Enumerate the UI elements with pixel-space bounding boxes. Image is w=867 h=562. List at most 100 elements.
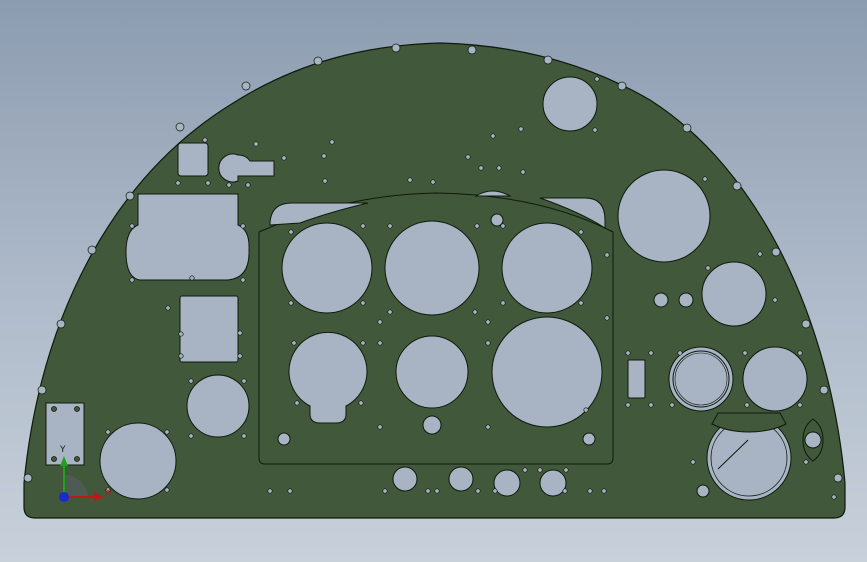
rivet-hole (377, 424, 383, 430)
rivet-hole (164, 429, 170, 435)
rivet-hole (578, 229, 584, 235)
rivet-hole (358, 400, 364, 406)
rivet-hole (518, 126, 524, 132)
rivet-hole (321, 153, 327, 159)
rivet-hole (594, 76, 600, 82)
rivet-hole (241, 433, 247, 439)
rivet-hole (803, 459, 809, 465)
rivet-hole (240, 277, 246, 283)
right-pair-hole-a (653, 292, 669, 308)
rivet-hole (485, 424, 491, 430)
rivet-hole (578, 300, 584, 306)
bottom-right-small-hole (696, 484, 710, 498)
fastener-hole (313, 56, 323, 66)
rivet-hole (562, 488, 568, 494)
rivet-hole (604, 315, 610, 321)
instrument-panel-drawing: Y X (23, 42, 846, 519)
rivet-hole (583, 407, 589, 413)
cad-viewport[interactable]: Y X (0, 0, 867, 562)
rivet-hole (669, 402, 675, 408)
gauge-hole-top-right (501, 222, 593, 314)
rivet-hole (592, 127, 598, 133)
rivet-hole (757, 251, 763, 257)
right-mid-hole (701, 261, 767, 327)
rivet-hole (164, 487, 170, 493)
rivet-hole (434, 488, 440, 494)
rivet-hole (360, 300, 366, 306)
rivet-hole (797, 402, 803, 408)
rivet-hole (563, 467, 569, 473)
rivet-hole (772, 297, 778, 303)
fastener-hole (87, 245, 97, 255)
rivet-hole (188, 433, 194, 439)
rivet-hole (472, 309, 478, 315)
bottom-hole-3 (493, 469, 521, 497)
upper-right-top-hole (542, 76, 598, 132)
rivet-hole (253, 141, 259, 147)
rivet-hole (322, 178, 328, 184)
fastener-hole (801, 319, 811, 329)
rivet-hole (478, 165, 484, 171)
fastener-hole (125, 191, 135, 201)
rivet-hole (241, 378, 247, 384)
rivet-hole (288, 300, 294, 306)
rivet-hole (240, 223, 246, 229)
rivet-hole (387, 309, 393, 315)
rivet-hole (237, 330, 243, 336)
rivet-hole (496, 165, 502, 171)
rivet-hole (604, 252, 610, 258)
left-mid-cutout (179, 295, 239, 363)
right-lower-hole (742, 346, 808, 412)
left-upper-cutout (125, 193, 250, 281)
clamp-gauge-hole (706, 412, 792, 501)
left-square-cutout (177, 142, 209, 177)
rivet-hole (537, 467, 543, 473)
rivet-hole (500, 300, 506, 306)
rivet-hole (245, 182, 251, 188)
fastener-hole (391, 43, 401, 53)
rivet-hole (189, 275, 195, 281)
rivet-hole (205, 180, 211, 186)
fastener-hole (175, 122, 185, 132)
mounting-plate[interactable] (45, 402, 85, 466)
rivet-hole (648, 402, 654, 408)
right-small-slot (627, 359, 646, 399)
bottom-hole-2 (448, 466, 474, 492)
gauge-hole-top-left (281, 222, 373, 314)
rivet-hole (742, 350, 748, 356)
sub-panel-hole-bottom (422, 415, 442, 435)
fastener-hole (56, 319, 66, 329)
fastener-hole (467, 45, 477, 55)
rivet-hole (625, 350, 631, 356)
rivet-hole (175, 180, 181, 186)
rivet-hole (281, 155, 287, 161)
bottom-hole-4 (539, 469, 567, 497)
upper-right-large-hole (617, 169, 711, 263)
rivet-hole (329, 139, 335, 145)
gauge-hole-mid-center (395, 335, 469, 409)
rivet-hole (226, 182, 232, 188)
rivet-hole (485, 340, 491, 346)
left-mid-round-hole (186, 374, 250, 438)
bottom-hole-1 (392, 466, 418, 492)
rivet-hole (377, 319, 383, 325)
sub-panel-corner-hole-right (582, 432, 596, 446)
rivet-hole (490, 133, 496, 139)
rivet-hole (744, 402, 750, 408)
fastener-hole (819, 385, 829, 395)
rivet-hole (474, 223, 480, 229)
rivet-hole (387, 223, 393, 229)
right-pair-hole-b (678, 292, 694, 308)
fastener-hole (241, 81, 251, 91)
fastener-hole (37, 385, 47, 395)
rivet-hole (377, 340, 383, 346)
rivet-hole (105, 429, 111, 435)
rivet-hole (287, 488, 293, 494)
rivet-hole (500, 223, 506, 229)
triad-y-label: Y (59, 445, 66, 455)
rivet-hole (288, 229, 294, 235)
triad-x-label: X (105, 488, 111, 498)
rivet-hole (475, 488, 481, 494)
rivet-hole (360, 223, 366, 229)
rivet-hole (690, 459, 696, 465)
